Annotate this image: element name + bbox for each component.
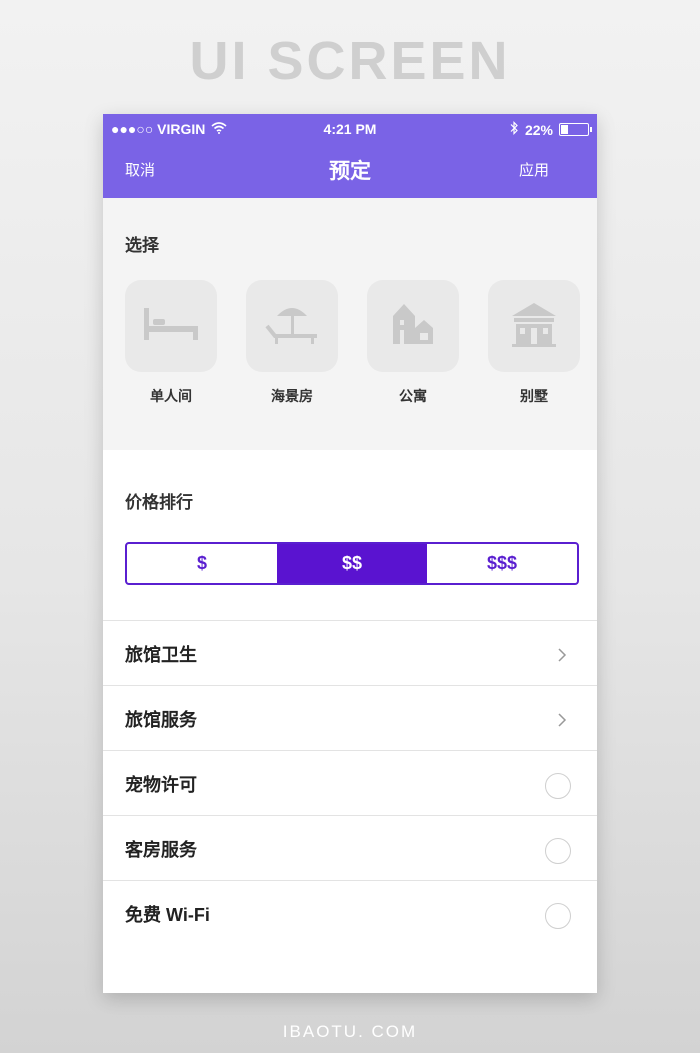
footer-watermark: IBAOTU. COM (282, 1022, 418, 1041)
room-tile[interactable] (125, 280, 217, 372)
header: ●●●○○ VIRGIN 4:21 PM 22% 取消 预定 应用 (103, 114, 597, 198)
villa-icon (509, 300, 559, 353)
filter-label: 免费 Wi-Fi (125, 905, 210, 925)
room-service-radio[interactable] (545, 838, 571, 864)
price-segmented-control: $ $$ $$$ (125, 542, 579, 585)
section-title-select: 选择 (125, 236, 159, 255)
room-tile[interactable] (367, 280, 459, 372)
filter-row-wifi[interactable]: 免费 Wi-Fi (103, 881, 597, 946)
phone-screen: ●●●○○ VIRGIN 4:21 PM 22% 取消 预定 应用 选择 单人间… (103, 114, 597, 993)
beach-umbrella-icon (263, 302, 321, 351)
filter-label: 客房服务 (125, 840, 197, 860)
room-tile[interactable] (488, 280, 580, 372)
chevron-right-icon (557, 712, 567, 733)
status-bar: ●●●○○ VIRGIN 4:21 PM 22% (103, 114, 597, 144)
price-option-1[interactable]: $ (127, 544, 277, 583)
room-label: 别墅 (520, 388, 548, 404)
room-type-list: 单人间 海景房 公寓 别墅 (125, 280, 580, 410)
filter-list: 旅馆卫生 旅馆服务 宠物许可 客房服务 免费 Wi-Fi (103, 620, 597, 946)
room-label: 公寓 (399, 388, 427, 404)
battery-percent: 22% (524, 121, 553, 138)
filter-label: 旅馆服务 (125, 710, 197, 730)
section-title-price: 价格排行 (125, 493, 193, 512)
price-option-2[interactable]: $$ (277, 544, 427, 583)
bluetooth-icon (509, 121, 519, 138)
room-tile[interactable] (246, 280, 338, 372)
filter-row-hygiene[interactable]: 旅馆卫生 (103, 621, 597, 686)
banner-title: UI SCREEN (189, 31, 511, 91)
chevron-right-icon (557, 647, 567, 668)
nav-bar: 取消 预定 应用 (103, 144, 597, 198)
room-type-single[interactable]: 单人间 (125, 280, 217, 406)
filter-row-room-service[interactable]: 客房服务 (103, 816, 597, 881)
room-type-seaview[interactable]: 海景房 (246, 280, 338, 406)
room-type-villa[interactable]: 别墅 (488, 280, 580, 406)
pets-radio[interactable] (545, 773, 571, 799)
filter-label: 宠物许可 (125, 775, 197, 795)
room-type-section: 选择 单人间 海景房 公寓 别墅 (103, 198, 597, 450)
bed-icon (142, 304, 200, 349)
room-type-apartment[interactable]: 公寓 (367, 280, 459, 406)
filter-row-service[interactable]: 旅馆服务 (103, 686, 597, 751)
apartment-icon (389, 300, 437, 353)
room-label: 单人间 (150, 388, 192, 404)
wifi-radio[interactable] (545, 903, 571, 929)
price-section: 价格排行 $ $$ $$$ (103, 450, 597, 620)
filter-row-pets[interactable]: 宠物许可 (103, 751, 597, 816)
room-label: 海景房 (271, 388, 313, 404)
filter-label: 旅馆卫生 (125, 645, 197, 665)
battery-icon (559, 123, 592, 136)
apply-button[interactable]: 应用 (519, 159, 549, 180)
price-option-3[interactable]: $$$ (427, 544, 577, 583)
